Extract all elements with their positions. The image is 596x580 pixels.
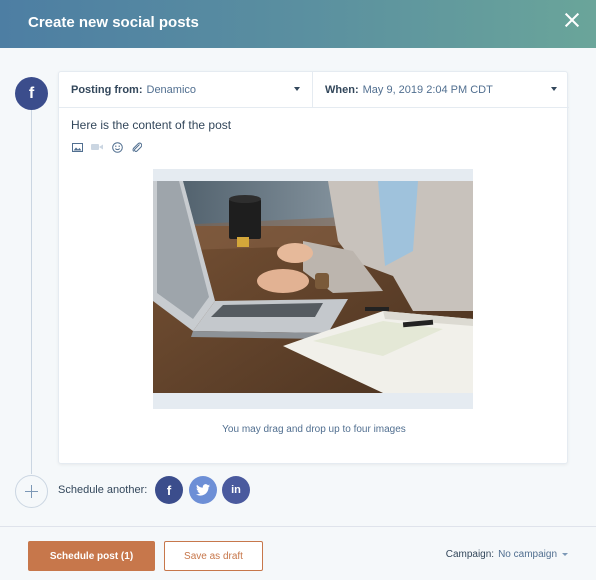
- video-icon[interactable]: [91, 141, 103, 153]
- posting-from-label: Posting from:: [71, 84, 143, 96]
- chevron-down-icon: [562, 553, 568, 556]
- post-content-input[interactable]: Here is the content of the post: [71, 118, 231, 132]
- post-options-bar: Posting from: Denamico When: May 9, 2019…: [59, 72, 569, 108]
- when-value: May 9, 2019 2:04 PM CDT: [362, 84, 493, 96]
- schedule-twitter-button[interactable]: [189, 476, 217, 504]
- schedule-facebook-button[interactable]: f: [155, 476, 183, 504]
- attachment-icon[interactable]: [131, 141, 143, 153]
- facebook-glyph: f: [28, 84, 35, 102]
- facebook-icon: f: [15, 77, 48, 110]
- campaign-select[interactable]: Campaign: No campaign: [446, 549, 568, 560]
- linkedin-icon: in: [231, 484, 241, 496]
- timeline-line: [31, 104, 32, 474]
- twitter-icon: [196, 484, 210, 496]
- when-select[interactable]: When: May 9, 2019 2:04 PM CDT: [313, 72, 569, 108]
- facebook-icon: f: [166, 482, 172, 498]
- schedule-another-label: Schedule another:: [58, 484, 148, 496]
- campaign-label: Campaign:: [445, 549, 495, 560]
- emoji-icon[interactable]: [111, 141, 123, 153]
- modal-header: Create new social posts: [0, 0, 596, 48]
- chevron-down-icon: [294, 87, 300, 91]
- schedule-post-button[interactable]: Schedule post (1): [28, 541, 155, 571]
- when-label: When:: [325, 84, 359, 96]
- image-drop-hint: You may drag and drop up to four images: [222, 424, 406, 435]
- posting-from-select[interactable]: Posting from: Denamico: [59, 72, 313, 108]
- chevron-down-icon: [551, 87, 557, 91]
- post-tools: [71, 141, 143, 153]
- post-image: [153, 181, 473, 393]
- post-card: Posting from: Denamico When: May 9, 2019…: [58, 71, 569, 464]
- modal-title: Create new social posts: [28, 14, 199, 31]
- save-draft-button[interactable]: Save as draft: [164, 541, 263, 571]
- close-icon[interactable]: [564, 12, 580, 28]
- image-icon[interactable]: [71, 141, 83, 153]
- campaign-value: No campaign: [498, 549, 557, 560]
- add-post-icon[interactable]: [15, 475, 48, 508]
- schedule-linkedin-button[interactable]: in: [222, 476, 250, 504]
- posting-from-value: Denamico: [146, 84, 197, 96]
- image-dropzone[interactable]: [153, 169, 473, 409]
